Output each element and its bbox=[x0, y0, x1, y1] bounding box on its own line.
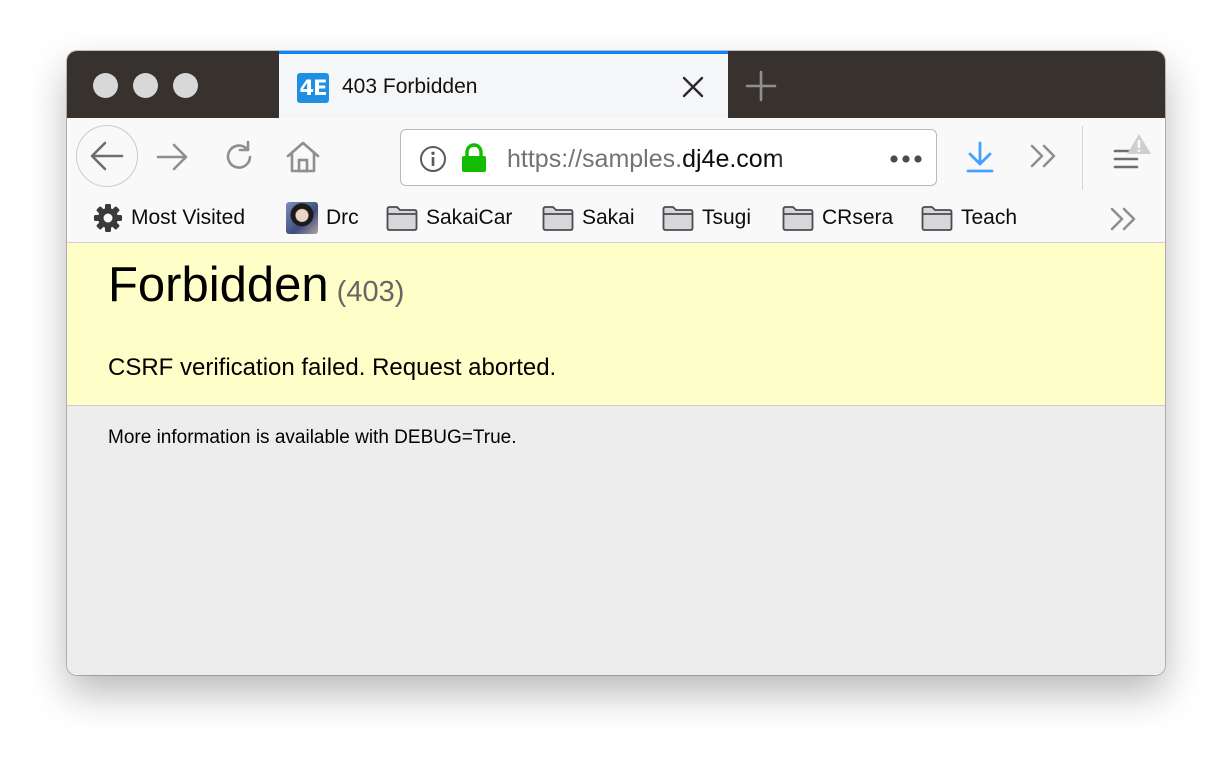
bookmark-label: Teach bbox=[961, 206, 1018, 229]
avatar-icon bbox=[286, 202, 318, 234]
download-icon[interactable] bbox=[964, 140, 996, 174]
close-window-button[interactable] bbox=[93, 73, 118, 98]
secure-lock-icon[interactable] bbox=[460, 143, 488, 173]
toolbar-overflow-chevron-icon[interactable] bbox=[1029, 142, 1059, 170]
page-content: Forbidden (403) CSRF verification failed.… bbox=[67, 243, 1165, 675]
error-summary: Forbidden (403) CSRF verification failed.… bbox=[67, 243, 1165, 406]
folder-icon bbox=[386, 206, 418, 231]
folder-icon bbox=[662, 206, 694, 231]
home-icon[interactable] bbox=[285, 139, 321, 175]
bookmark-label: Sakai bbox=[582, 206, 635, 229]
back-button[interactable] bbox=[76, 125, 138, 187]
url-text[interactable]: https://samples.dj4e.com bbox=[507, 145, 819, 174]
folder-icon bbox=[782, 206, 814, 231]
zoom-window-button[interactable] bbox=[173, 73, 198, 98]
bookmark-folder-teach[interactable]: Teach bbox=[921, 204, 1017, 232]
page-title: Forbidden (403) bbox=[108, 257, 404, 313]
forward-icon[interactable] bbox=[155, 140, 189, 174]
bookmark-folder-sakaicar[interactable]: SakaiCar bbox=[386, 204, 512, 232]
tab-title: 403 Forbidden bbox=[342, 75, 478, 98]
browser-window: 4E 403 Forbidden https://samples.dj4e.co… bbox=[67, 51, 1165, 675]
bookmark-folder-crsera[interactable]: CRsera bbox=[782, 204, 893, 232]
bookmark-label: CRsera bbox=[822, 206, 894, 229]
url-bar[interactable]: https://samples.dj4e.com bbox=[400, 129, 937, 186]
menu-icon[interactable] bbox=[1111, 132, 1155, 182]
reload-icon[interactable] bbox=[222, 140, 256, 174]
folder-icon bbox=[542, 206, 574, 231]
gear-icon bbox=[94, 204, 122, 232]
navigation-toolbar: https://samples.dj4e.com bbox=[67, 118, 1165, 194]
active-tab[interactable]: 4E 403 Forbidden bbox=[279, 51, 728, 118]
bookmark-label: Tsugi bbox=[702, 206, 752, 229]
bookmark-folder-sakai[interactable]: Sakai bbox=[542, 204, 635, 232]
error-explanation: More information is available with DEBUG… bbox=[108, 427, 517, 448]
tab-bar: 4E 403 Forbidden bbox=[67, 51, 1165, 118]
bookmark-label: Drc bbox=[326, 206, 359, 229]
bookmark-drc[interactable]: Drc bbox=[286, 202, 359, 234]
minimize-window-button[interactable] bbox=[133, 73, 158, 98]
new-tab-icon[interactable] bbox=[743, 68, 779, 104]
bookmark-folder-tsugi[interactable]: Tsugi bbox=[662, 204, 751, 232]
error-reason: CSRF verification failed. Request aborte… bbox=[108, 354, 557, 381]
status-code: (403) bbox=[336, 276, 405, 308]
bookmarks-toolbar: Most Visited Drc SakaiCar Sakai Tsugi CR… bbox=[67, 194, 1165, 243]
close-tab-icon[interactable] bbox=[677, 71, 709, 103]
error-title: Forbidden bbox=[108, 258, 329, 312]
bookmark-label: SakaiCar bbox=[426, 206, 513, 229]
site-favicon-icon: 4E bbox=[297, 73, 329, 103]
bookmark-most-visited[interactable]: Most Visited bbox=[93, 204, 245, 232]
page-info-icon[interactable] bbox=[419, 145, 447, 173]
toolbar-separator bbox=[1082, 126, 1083, 190]
folder-icon bbox=[921, 206, 953, 231]
bookmarks-overflow-chevron-icon[interactable] bbox=[1109, 205, 1139, 233]
page-actions-icon[interactable] bbox=[889, 154, 923, 164]
bookmark-label: Most Visited bbox=[131, 206, 245, 229]
